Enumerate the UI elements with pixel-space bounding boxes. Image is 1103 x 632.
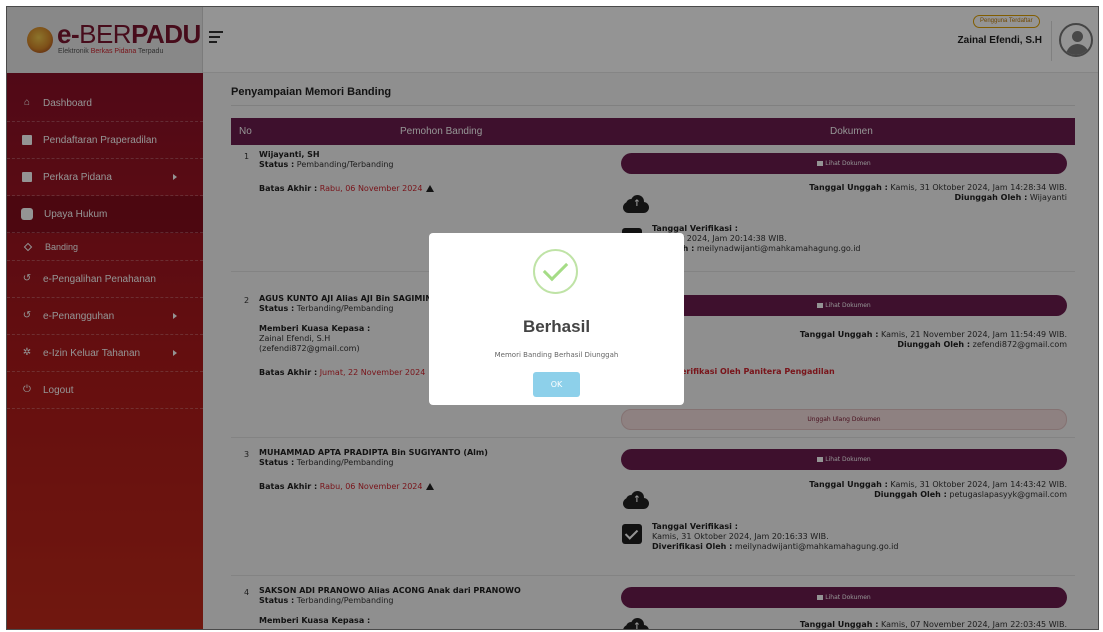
dialog-message: Memori Banding Berhasil Diunggah — [494, 351, 619, 359]
success-check-icon — [533, 249, 578, 294]
app-window: e-BERPADU Elektronik Berkas Pidana Terpa… — [6, 6, 1099, 630]
success-dialog: Berhasil Memori Banding Berhasil Diungga… — [429, 233, 684, 405]
dialog-title: Berhasil — [522, 317, 591, 336]
ok-button[interactable]: OK — [533, 372, 580, 397]
